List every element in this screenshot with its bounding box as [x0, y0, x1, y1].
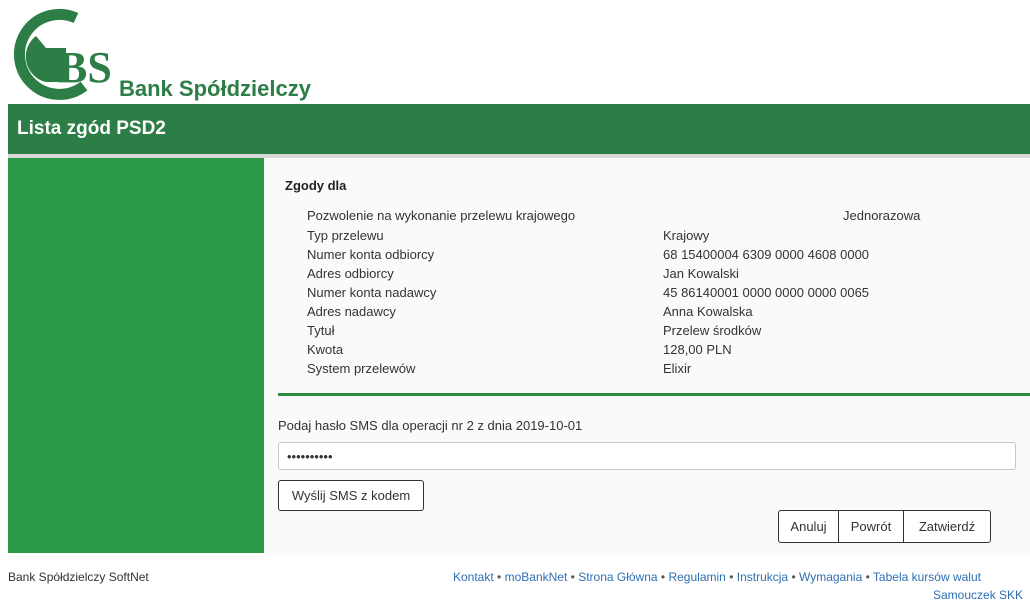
footer-separator: •	[865, 570, 870, 584]
detail-label: Kwota	[307, 342, 344, 357]
section-divider	[278, 393, 1030, 396]
footer-bank-name: Bank Spółdzielczy SoftNet	[8, 570, 149, 584]
footer-separator: •	[729, 570, 734, 584]
footer-link-contact[interactable]: Kontakt	[453, 570, 494, 584]
detail-label: Numer konta nadawcy	[307, 285, 437, 300]
sms-password-input[interactable]	[278, 442, 1016, 470]
footer-links: Kontakt • moBankNet • Strona Główna • Re…	[453, 570, 981, 584]
detail-label: Numer konta odbiorcy	[307, 247, 435, 262]
permission-value: Jednorazowa	[843, 208, 921, 223]
sidebar	[8, 158, 264, 553]
detail-value: 68 15400004 6309 0000 4608 0000	[663, 247, 870, 262]
action-button-group: Anuluj Powrót Zatwierdź	[778, 510, 991, 543]
footer-separator: •	[660, 570, 666, 584]
footer-link-instructions[interactable]: Instrukcja	[737, 570, 788, 584]
detail-label: Adres nadawcy	[307, 304, 396, 319]
detail-label: Tytuł	[307, 323, 335, 338]
bank-logo[interactable]: BS Bank Spółdzielczy	[6, 6, 316, 102]
page-title: Lista zgód PSD2	[17, 118, 166, 139]
bs-logo-icon: BS Bank Spółdzielczy	[14, 8, 312, 101]
detail-value: Krajowy	[663, 228, 710, 243]
detail-label: Typ przelewu	[307, 228, 384, 243]
detail-value: Jan Kowalski	[663, 266, 739, 281]
logo-letters: BS	[58, 43, 112, 92]
page-header: Lista zgód PSD2	[8, 104, 1030, 154]
footer-link-mobanknet[interactable]: moBankNet	[505, 570, 568, 584]
detail-label: Adres odbiorcy	[307, 266, 394, 281]
detail-value: Przelew środków	[663, 323, 762, 338]
footer-links-row2: Samouczek SKK	[933, 588, 1023, 602]
footer-separator: •	[791, 570, 796, 584]
footer-link-tutorial[interactable]: Samouczek SKK	[933, 588, 1023, 602]
logo-text: Bank Spółdzielczy	[119, 76, 312, 101]
footer-link-terms[interactable]: Regulamin	[668, 570, 725, 584]
back-button[interactable]: Powrót	[838, 510, 904, 543]
detail-value: 128,00 PLN	[663, 342, 732, 357]
footer-separator: •	[497, 570, 502, 584]
footer-link-exchange-rates[interactable]: Tabela kursów walut	[873, 570, 981, 584]
detail-value: Elixir	[663, 361, 692, 376]
detail-value: Anna Kowalska	[663, 304, 753, 319]
sms-password-label: Podaj hasło SMS dla operacji nr 2 z dnia…	[278, 418, 583, 433]
footer-separator: •	[570, 570, 575, 584]
consent-heading: Zgody dla	[285, 178, 347, 193]
footer-link-requirements[interactable]: Wymagania	[799, 570, 862, 584]
cancel-button[interactable]: Anuluj	[778, 510, 839, 543]
confirm-button[interactable]: Zatwierdź	[903, 510, 991, 543]
detail-label: System przelewów	[307, 361, 416, 376]
send-sms-button[interactable]: Wyślij SMS z kodem	[278, 480, 424, 511]
permission-label: Pozwolenie na wykonanie przelewu krajowe…	[307, 208, 576, 223]
footer-link-home[interactable]: Strona Główna	[578, 570, 657, 584]
detail-value: 45 86140001 0000 0000 0000 0065	[663, 285, 870, 300]
